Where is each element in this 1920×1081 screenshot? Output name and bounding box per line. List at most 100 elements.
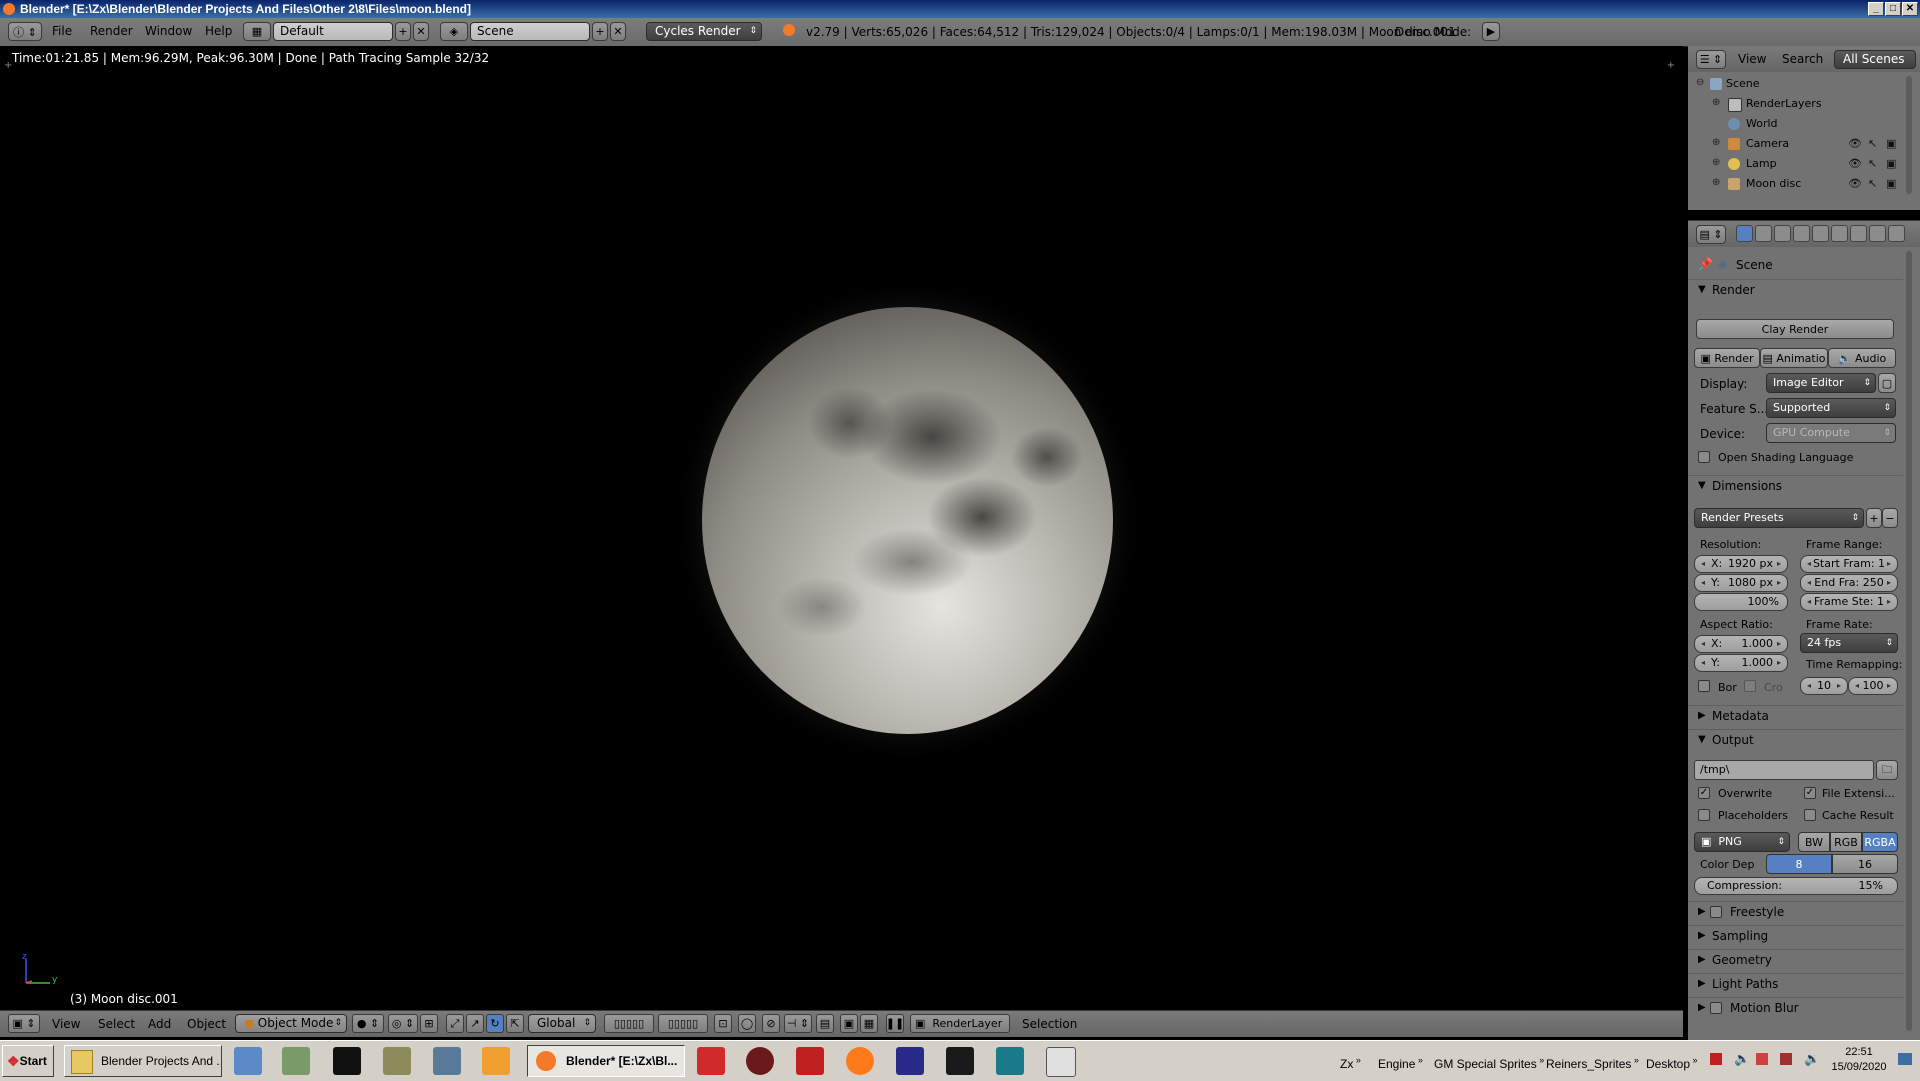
osl-checkbox[interactable]	[1698, 451, 1710, 463]
data-tab-icon[interactable]	[1869, 225, 1886, 242]
editor-type-button[interactable]: ▣ ⇕	[8, 1014, 40, 1033]
border-checkbox[interactable]	[1698, 680, 1710, 692]
taskbar-explorer-button[interactable]: Blender Projects And ...	[64, 1045, 222, 1077]
add-preset-button[interactable]: +	[1866, 508, 1882, 528]
scale-icon[interactable]: ⇱	[506, 1014, 524, 1033]
app-swirl-icon[interactable]	[746, 1047, 774, 1075]
render-visibility-icon[interactable]: ▣	[1886, 137, 1896, 150]
object-tab-icon[interactable]	[1812, 225, 1829, 242]
metadata-section-header[interactable]: ▶ Metadata	[1688, 705, 1903, 728]
outliner-display-mode[interactable]: All Scenes	[1834, 50, 1916, 69]
expand-icon[interactable]: ⊕	[1712, 97, 1720, 108]
feature-set-dropdown[interactable]: Supported ⇕	[1766, 398, 1896, 418]
play-icon[interactable]: ▶	[1482, 22, 1500, 41]
eye-icon[interactable]: 👁	[1848, 177, 1862, 190]
cursor-select-icon[interactable]: ↖	[1868, 177, 1877, 190]
eye-icon[interactable]: 👁	[1848, 157, 1862, 170]
firefox-icon[interactable]	[846, 1047, 874, 1075]
audio-button[interactable]: 🔈 Audio	[1828, 348, 1896, 368]
screen-layout-icon[interactable]: ▦	[243, 22, 271, 41]
app-b-icon[interactable]	[796, 1047, 824, 1075]
menu-select[interactable]: Select	[98, 1017, 135, 1031]
scene-icon[interactable]: ◈	[440, 22, 468, 41]
render-engine-dropdown[interactable]: Cycles Render ⇕	[646, 22, 762, 41]
maximize-button[interactable]: □	[1885, 2, 1901, 16]
clay-render-button[interactable]: Clay Render	[1696, 319, 1894, 339]
overwrite-checkbox[interactable]: ✓	[1698, 787, 1710, 799]
lock-layers-icon[interactable]: ⊡	[714, 1014, 732, 1033]
outliner-item-world[interactable]: World	[1688, 114, 1920, 134]
add-scene-button[interactable]: +	[592, 22, 608, 41]
compression-slider[interactable]: Compression: 15%	[1694, 877, 1898, 895]
render-region-icon[interactable]: ▤	[816, 1014, 834, 1033]
output-section-header[interactable]: ▼ Output	[1688, 729, 1903, 752]
area-split-handle-right[interactable]: +	[1667, 60, 1675, 71]
aspect-y-field[interactable]: ◂ Y: 1.000 ▸	[1694, 654, 1788, 672]
network-icon[interactable]	[282, 1047, 310, 1075]
render-button[interactable]: ▣ Render	[1694, 348, 1760, 368]
expand-icon[interactable]: ⊕	[1712, 177, 1720, 188]
tray-network-icon[interactable]	[1780, 1053, 1792, 1065]
editor-type-button[interactable]: ☰ ⇕	[1696, 50, 1726, 69]
calendar-icon[interactable]	[1046, 1047, 1076, 1077]
pin-icon[interactable]: 📌	[1698, 257, 1713, 271]
color-depth-8[interactable]: 8	[1766, 854, 1832, 874]
display-dropdown[interactable]: Image Editor ⇕	[1766, 373, 1876, 393]
minimize-button[interactable]: _	[1868, 2, 1884, 16]
motion-blur-checkbox[interactable]	[1710, 1002, 1722, 1014]
animation-button[interactable]: ▤ Animatio	[1760, 348, 1828, 368]
collapse-icon[interactable]: ⊖	[1696, 77, 1704, 88]
frame-step-field[interactable]: ◂ Frame Ste: 1 ▸	[1800, 593, 1898, 611]
pause-icon[interactable]: ❚❚	[886, 1014, 904, 1033]
menu-file[interactable]: File	[52, 24, 72, 38]
app-k-icon[interactable]	[996, 1047, 1024, 1075]
command-prompt-icon[interactable]	[333, 1047, 361, 1075]
control-panel-icon[interactable]	[234, 1047, 262, 1075]
toolbar-reiners-sprites[interactable]: Reiners_Sprites »	[1546, 1055, 1639, 1071]
color-mode-bw[interactable]: BW	[1798, 832, 1830, 852]
interaction-mode-dropdown[interactable]: ◼ Object Mode ⇕	[235, 1014, 347, 1033]
render-layers-tab-icon[interactable]	[1755, 225, 1772, 242]
properties-scrollbar[interactable]	[1906, 251, 1912, 1031]
app-c-icon[interactable]	[697, 1047, 725, 1075]
utility-app-icon[interactable]	[383, 1047, 411, 1075]
layer-grid-2[interactable]: ▯▯▯▯▯	[658, 1014, 708, 1033]
world-tab-icon[interactable]	[1793, 225, 1810, 242]
rotate-icon[interactable]: ↻	[486, 1014, 504, 1033]
render-visibility-icon[interactable]: ▣	[1886, 157, 1896, 170]
constraints-tab-icon[interactable]	[1831, 225, 1848, 242]
transform-orientation-dropdown[interactable]: Global ⇕	[528, 1014, 596, 1033]
opengl-render-icon[interactable]: ▣	[840, 1014, 858, 1033]
toolbar-engine[interactable]: Engine »	[1378, 1055, 1423, 1071]
start-button[interactable]: ❖ Start	[2, 1045, 54, 1077]
resolution-percent-field[interactable]: 100%	[1694, 593, 1788, 611]
material-tab-icon[interactable]	[1888, 225, 1905, 242]
crop-checkbox[interactable]	[1744, 680, 1756, 692]
motion-blur-section-header[interactable]: ▶ Motion Blur	[1688, 997, 1903, 1020]
outliner-panel[interactable]: ⊖ Scene ⊕ RenderLayers World ⊕ Camera 👁 …	[1688, 72, 1920, 210]
eye-icon[interactable]: 👁	[1848, 137, 1862, 150]
outliner-item-camera[interactable]: ⊕ Camera 👁 ↖ ▣	[1688, 134, 1920, 154]
area-split-handle[interactable]: +	[4, 60, 12, 71]
resolution-y-field[interactable]: ◂ Y: 1080 px ▸	[1694, 574, 1788, 592]
app-gradient-icon[interactable]	[896, 1047, 924, 1075]
output-path-field[interactable]: /tmp\	[1694, 760, 1874, 780]
time-remap-old-field[interactable]: ◂ 10 ▸	[1800, 677, 1848, 695]
app-xa-icon[interactable]	[946, 1047, 974, 1075]
editor-type-button[interactable]: ⓘ ⇕	[8, 22, 42, 41]
volume-icon[interactable]: 🔈	[1734, 1051, 1750, 1067]
toolbar-gm-special-sprites[interactable]: GM Special Sprites »	[1434, 1055, 1544, 1071]
time-remap-new-field[interactable]: ◂ 100 ▸	[1848, 677, 1898, 695]
viewport-shading-dropdown[interactable]: ● ⇕	[352, 1014, 384, 1033]
pivot-point-dropdown[interactable]: ◎ ⇕	[388, 1014, 418, 1033]
remove-layout-button[interactable]: ✕	[413, 22, 429, 41]
file-extensions-checkbox[interactable]: ✓	[1804, 787, 1816, 799]
render-section-header[interactable]: ▼ Render	[1688, 279, 1903, 302]
3d-viewport[interactable]: Time:01:21.85 | Mem:96.29M, Peak:96.30M …	[0, 46, 1683, 1010]
start-frame-field[interactable]: ◂ Start Fram: 1 ▸	[1800, 555, 1898, 573]
expand-icon[interactable]: ⊕	[1712, 137, 1720, 148]
remove-preset-button[interactable]: −	[1882, 508, 1898, 528]
editor-type-button[interactable]: ▤ ⇕	[1696, 225, 1726, 244]
folder-icon[interactable]: 🗀	[1876, 760, 1898, 780]
menu-render[interactable]: Render	[90, 24, 133, 38]
